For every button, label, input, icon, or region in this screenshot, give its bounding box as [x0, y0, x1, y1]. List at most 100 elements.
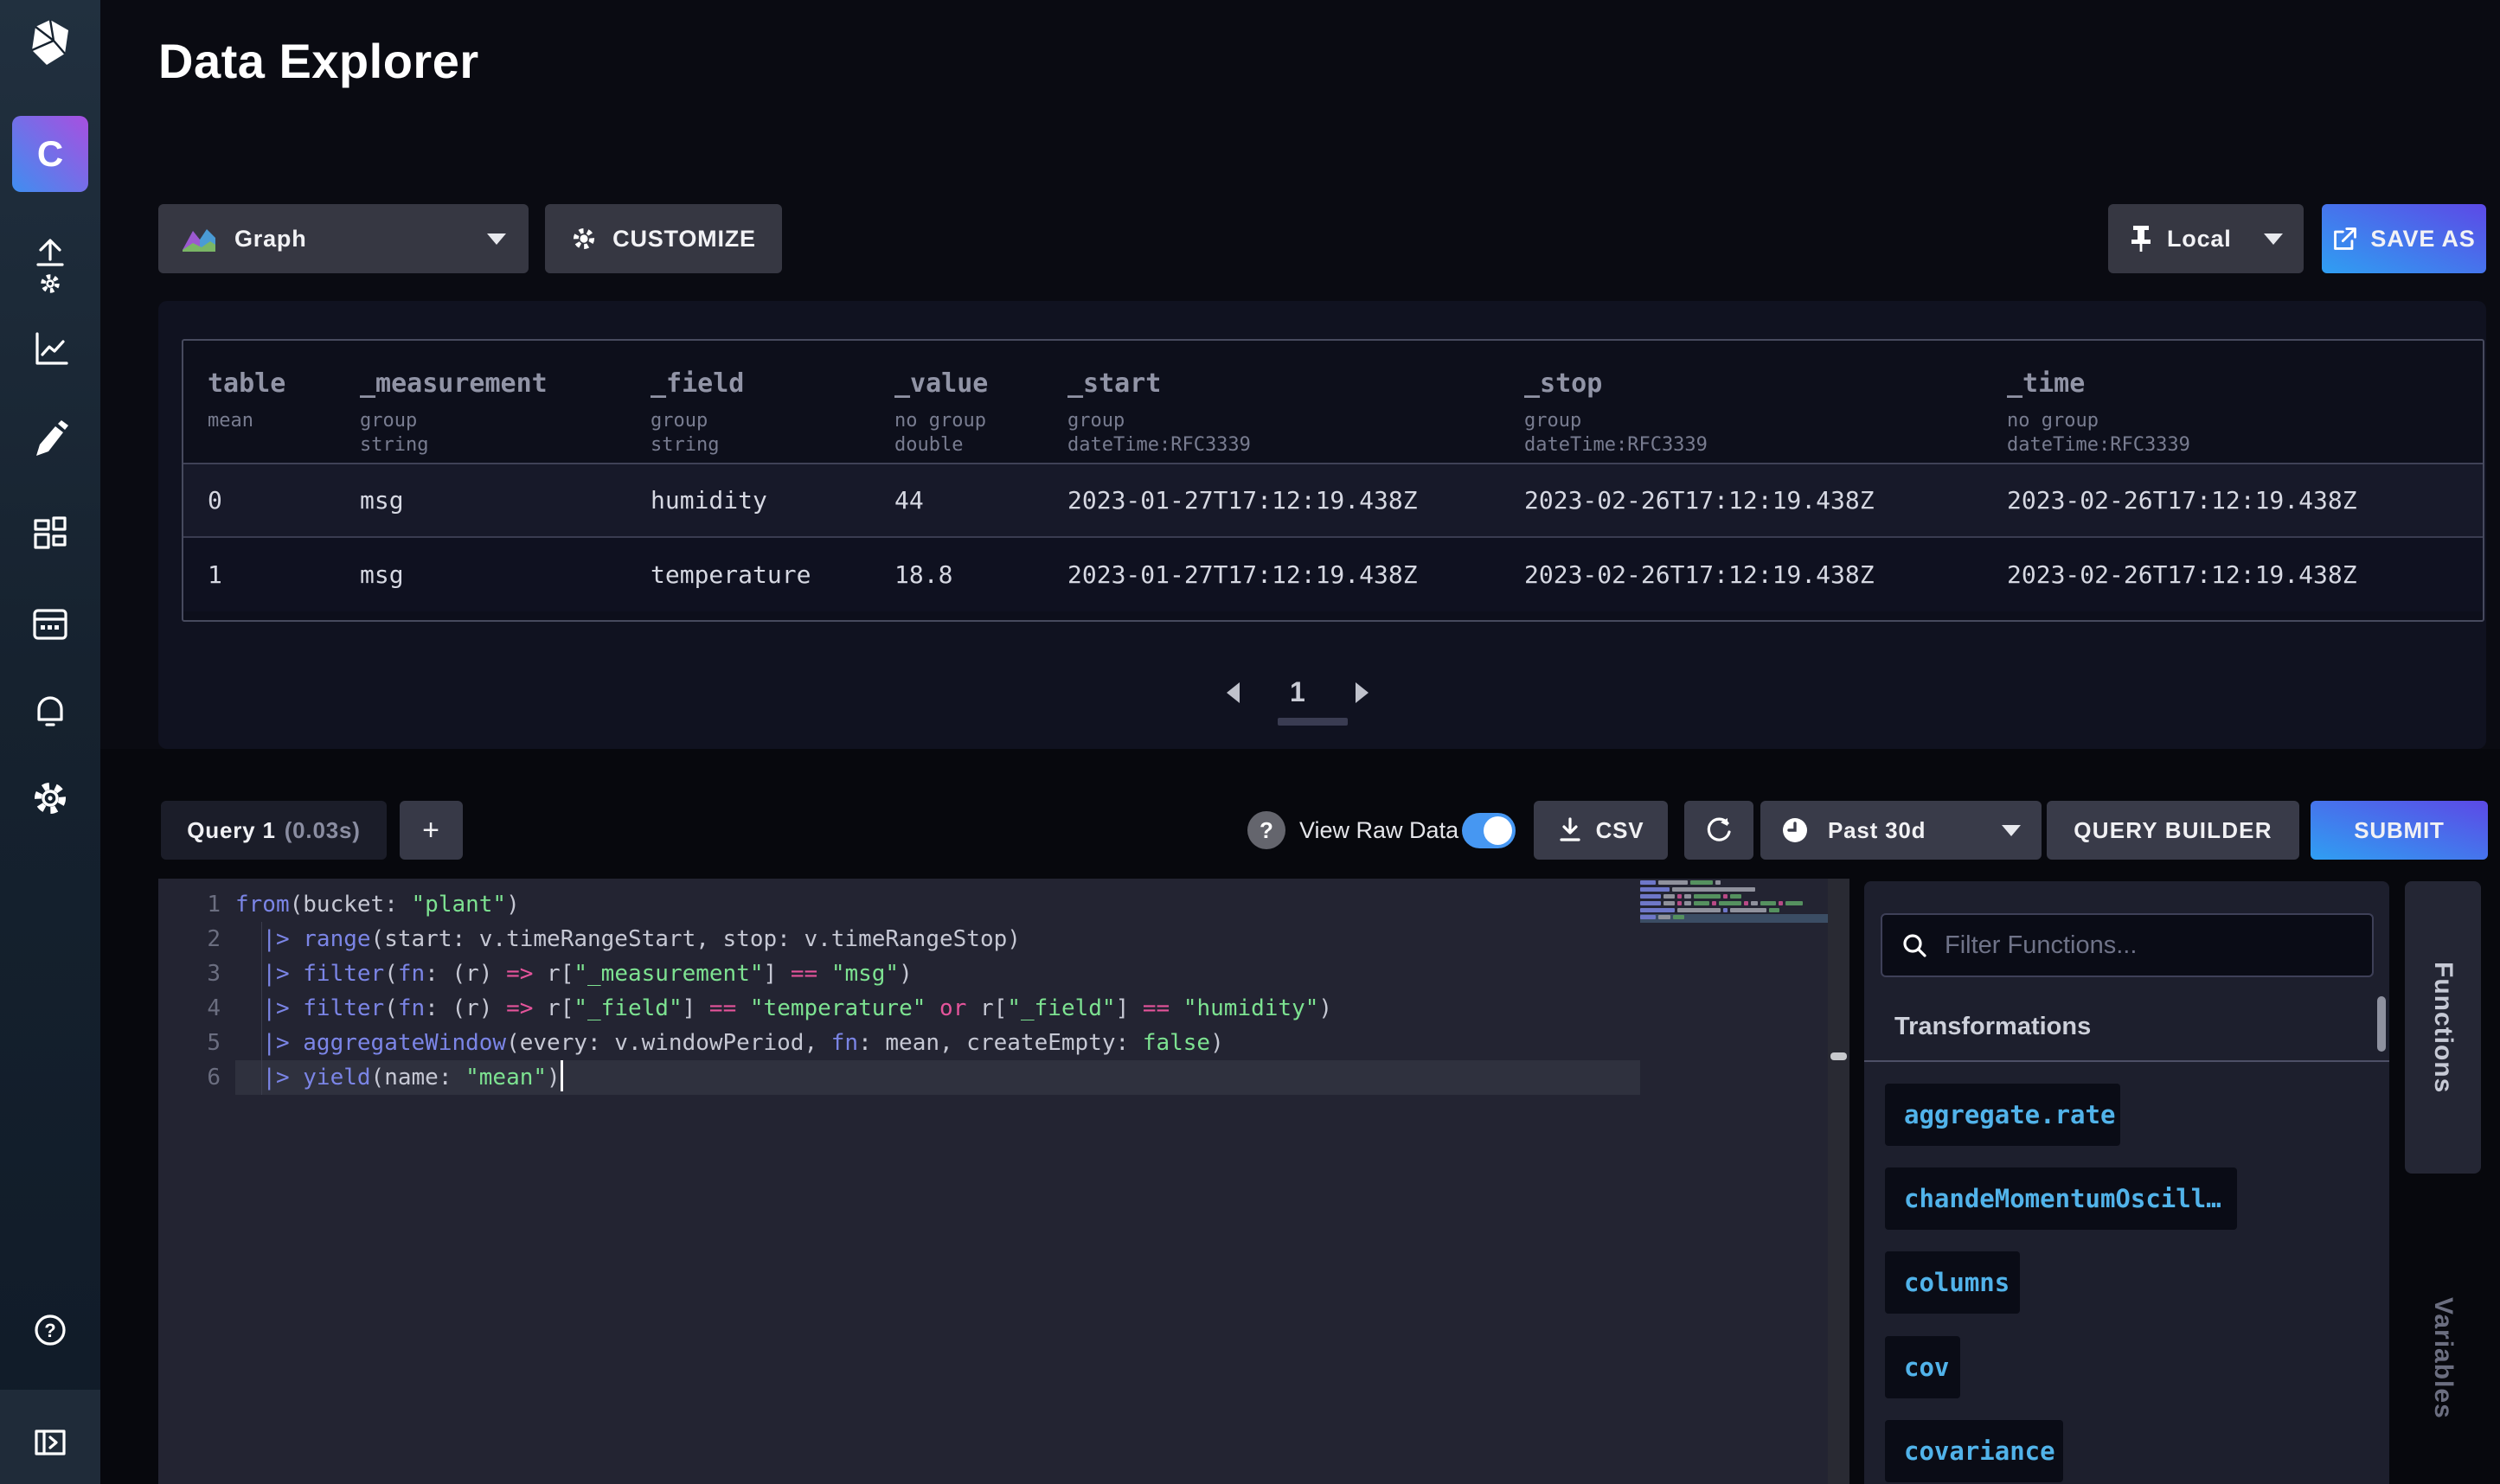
scope-dropdown[interactable]: Local [2108, 204, 2304, 273]
dashboards-icon[interactable] [30, 513, 70, 553]
influxdb-logo[interactable] [29, 19, 72, 66]
raw-data-help-icon[interactable]: ? [1247, 811, 1285, 849]
code-token [817, 961, 831, 987]
divider-drag-handle[interactable] [1830, 1052, 1847, 1060]
code-token: ( [384, 961, 398, 987]
code-token: "_field" [1007, 995, 1115, 1021]
prev-page-arrow-icon[interactable] [1227, 682, 1240, 703]
table-header-cell: _timeno group dateTime:RFC3339 [2007, 368, 2483, 463]
code-token: from [235, 892, 290, 918]
query-duration: (0.03s) [285, 817, 361, 844]
code-token: r[ [533, 961, 574, 987]
table-cell: 2023-02-26T17:12:19.438Z [1524, 486, 2007, 515]
tab-variables-label: Variables [2428, 1297, 2458, 1419]
code-token: "temperature" [750, 995, 926, 1021]
time-range-dropdown[interactable]: Past 30d [1760, 801, 2042, 860]
line-number: 1 [158, 887, 221, 922]
table-scroll-indicator[interactable] [1278, 718, 1348, 726]
functions-scrollbar[interactable] [2377, 996, 2386, 1052]
function-chip[interactable]: columns [1885, 1251, 2020, 1314]
pin-icon [2129, 224, 2153, 253]
table-row: 1msgtemperature18.82023-01-27T17:12:19.4… [183, 538, 2483, 611]
view-raw-data-toggle[interactable] [1462, 813, 1516, 848]
table-header-cell: _startgroup dateTime:RFC3339 [1067, 368, 1524, 463]
settings-gear-icon[interactable] [30, 778, 70, 818]
code-token: "plant" [412, 892, 507, 918]
org-avatar[interactable]: C [12, 116, 88, 192]
table-cell: 0 [208, 486, 360, 515]
code-token: ( [384, 995, 398, 1021]
table-header-cell: _valueno group double [894, 368, 1067, 463]
code-token: false [1143, 1030, 1210, 1056]
save-as-label: SAVE AS [2370, 226, 2475, 253]
table-cell: 1 [208, 560, 360, 589]
function-chip[interactable]: covariance [1885, 1420, 2063, 1482]
code-token: ] [1116, 995, 1143, 1021]
line-number: 6 [158, 1060, 221, 1095]
refresh-icon [1704, 816, 1734, 845]
csv-download-button[interactable]: CSV [1534, 801, 1668, 860]
function-chip[interactable]: chandeMomentumOscill… [1885, 1167, 2237, 1230]
code-token: "mean" [465, 1065, 547, 1091]
data-explorer-icon[interactable] [30, 329, 70, 368]
raw-data-panel: tablemean_measurementgroup string_fieldg… [158, 301, 2486, 749]
table-cell: msg [360, 486, 651, 515]
code-token: => [506, 961, 533, 987]
code-token: |> filter [262, 961, 384, 987]
customize-button[interactable]: CUSTOMIZE [545, 204, 782, 273]
code-token: "humidity" [1183, 995, 1319, 1021]
code-token: ) [1318, 995, 1332, 1021]
function-chip[interactable]: aggregate.rate [1885, 1084, 2120, 1146]
code-token: (bucket: [290, 892, 412, 918]
add-query-button[interactable]: + [400, 801, 463, 860]
customize-label: CUSTOMIZE [612, 226, 756, 253]
notebooks-edit-icon[interactable] [30, 418, 70, 457]
code-line: 6 |> yield(name: "mean") [158, 1060, 1640, 1095]
query-builder-button[interactable]: QUERY BUILDER [2047, 801, 2299, 860]
filter-functions-input[interactable] [1945, 931, 2353, 960]
code-token: : mean, createEmpty: [858, 1030, 1143, 1056]
code-token: (name: [371, 1065, 466, 1091]
save-as-button[interactable]: SAVE AS [2322, 204, 2486, 273]
code-token: == [791, 961, 817, 987]
code-line: 5 |> aggregateWindow(every: v.windowPeri… [158, 1026, 1640, 1060]
data-explorer-app: C [0, 0, 2500, 1484]
code-token: r[ [533, 995, 574, 1021]
code-token: "msg" [831, 961, 899, 987]
code-token [235, 995, 262, 1021]
code-token: ] [683, 995, 709, 1021]
toggle-knob [1484, 816, 1512, 845]
line-number: 3 [158, 956, 221, 991]
svg-text:?: ? [44, 1320, 55, 1341]
code-token [235, 1065, 262, 1091]
refresh-button[interactable] [1684, 801, 1753, 860]
code-token: "_measurement" [574, 961, 763, 987]
function-chip[interactable]: cov [1885, 1336, 1960, 1398]
code-token [926, 995, 939, 1021]
help-icon[interactable]: ? [30, 1310, 70, 1350]
tab-variables[interactable]: Variables [2405, 1245, 2481, 1470]
query-tab[interactable]: Query 1 (0.03s) [161, 801, 387, 860]
table-cell: 2023-02-26T17:12:19.438Z [1524, 560, 2007, 589]
editor-minimap[interactable] [1640, 880, 1828, 1482]
code-token: |> yield [262, 1065, 370, 1091]
submit-button[interactable]: SUBMIT [2311, 801, 2488, 860]
expand-nav-icon[interactable] [30, 1423, 70, 1462]
tab-functions[interactable]: Functions [2405, 881, 2481, 1174]
tasks-calendar-icon[interactable] [30, 603, 70, 643]
code-token: "_field" [574, 995, 682, 1021]
next-page-arrow-icon[interactable] [1356, 682, 1369, 703]
table-cell: 2023-02-26T17:12:19.438Z [2007, 560, 2483, 589]
time-range-label: Past 30d [1828, 817, 1926, 844]
code-token: == [709, 995, 736, 1021]
view-type-dropdown[interactable]: Graph [158, 204, 529, 273]
chevron-down-icon [2002, 825, 2021, 836]
filter-functions-search[interactable] [1881, 913, 2374, 977]
flux-code-editor[interactable]: 1from(bucket: "plant")2 |> range(start: … [158, 879, 1828, 1484]
load-data-icon[interactable] [30, 235, 70, 299]
code-token: fn [398, 995, 425, 1021]
code-token: : (r) [425, 995, 506, 1021]
download-icon [1558, 816, 1582, 844]
alerts-bell-icon[interactable] [30, 690, 70, 730]
code-token: or [939, 995, 966, 1021]
